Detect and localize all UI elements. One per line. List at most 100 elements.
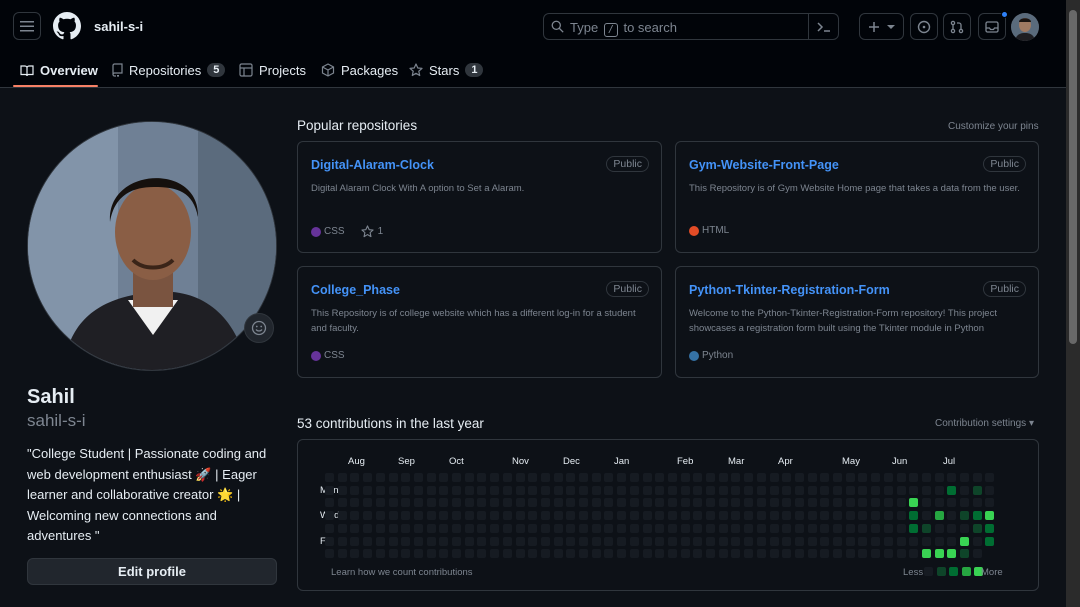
contribution-day[interactable]: [769, 498, 779, 508]
contribution-day[interactable]: [769, 536, 779, 546]
contribution-day[interactable]: [515, 523, 525, 533]
tab-projects[interactable]: Projects: [239, 52, 306, 88]
contribution-day[interactable]: [540, 523, 550, 533]
contribution-day[interactable]: [794, 549, 804, 559]
contribution-day[interactable]: [706, 498, 715, 508]
contribution-day[interactable]: [921, 549, 931, 559]
contribution-day[interactable]: [579, 549, 588, 559]
contribution-day[interactable]: [756, 523, 766, 533]
command-palette-button[interactable]: [808, 13, 838, 40]
contribution-day[interactable]: [807, 511, 817, 521]
contribution-day[interactable]: [820, 549, 830, 559]
search-input[interactable]: Type / to search: [543, 13, 839, 40]
contribution-day[interactable]: [909, 511, 919, 521]
contribution-day[interactable]: [452, 511, 461, 521]
contribution-day[interactable]: [426, 473, 436, 482]
customize-pins-link[interactable]: Customize your pins: [948, 121, 1039, 132]
contribution-day[interactable]: [680, 523, 690, 533]
contribution-day[interactable]: [426, 536, 436, 546]
contribution-day[interactable]: [794, 485, 804, 495]
contribution-day[interactable]: [896, 523, 906, 533]
contribution-day[interactable]: [756, 511, 766, 521]
contribution-day[interactable]: [845, 536, 855, 546]
contribution-day[interactable]: [947, 498, 957, 508]
contribution-day[interactable]: [820, 523, 830, 533]
contribution-day[interactable]: [604, 473, 614, 482]
contribution-day[interactable]: [896, 485, 906, 495]
contribution-day[interactable]: [566, 485, 576, 495]
contribution-day[interactable]: [744, 523, 754, 533]
contribution-day[interactable]: [921, 498, 931, 508]
contribution-day[interactable]: [375, 498, 385, 508]
contribution-day[interactable]: [629, 485, 639, 495]
contribution-day[interactable]: [807, 498, 817, 508]
contribution-day[interactable]: [706, 473, 715, 482]
contribution-day[interactable]: [807, 473, 817, 482]
contribution-day[interactable]: [960, 549, 969, 559]
contribution-day[interactable]: [718, 473, 728, 482]
contribution-day[interactable]: [858, 473, 868, 482]
contribution-day[interactable]: [490, 523, 500, 533]
contribution-day[interactable]: [413, 549, 423, 559]
contribution-day[interactable]: [921, 523, 931, 533]
contribution-day[interactable]: [388, 473, 398, 482]
contribution-day[interactable]: [401, 498, 411, 508]
contribution-day[interactable]: [464, 523, 474, 533]
contribution-day[interactable]: [617, 511, 627, 521]
tab-repositories[interactable]: Repositories 5: [111, 52, 226, 88]
contribution-day[interactable]: [591, 549, 601, 559]
contribution-day[interactable]: [350, 511, 360, 521]
notifications-button[interactable]: [978, 11, 1008, 40]
contribution-day[interactable]: [325, 511, 334, 521]
contribution-day[interactable]: [883, 549, 893, 559]
contribution-day[interactable]: [972, 549, 982, 559]
contribution-day[interactable]: [693, 549, 703, 559]
contribution-day[interactable]: [693, 511, 703, 521]
contribution-day[interactable]: [350, 473, 360, 482]
contribution-day[interactable]: [718, 498, 728, 508]
contribution-day[interactable]: [452, 536, 461, 546]
contribution-day[interactable]: [782, 485, 792, 495]
contribution-day[interactable]: [858, 485, 868, 495]
contribution-day[interactable]: [401, 549, 411, 559]
contribution-day[interactable]: [794, 511, 804, 521]
contribution-day[interactable]: [909, 523, 919, 533]
contribution-day[interactable]: [464, 498, 474, 508]
contribution-day[interactable]: [617, 473, 627, 482]
contribution-day[interactable]: [833, 498, 842, 508]
contribution-day[interactable]: [540, 511, 550, 521]
contribution-day[interactable]: [477, 498, 487, 508]
contribution-day[interactable]: [515, 549, 525, 559]
contribution-day[interactable]: [680, 498, 690, 508]
contribution-day[interactable]: [871, 549, 881, 559]
contribution-day[interactable]: [858, 549, 868, 559]
contribution-day[interactable]: [363, 549, 373, 559]
contribution-day[interactable]: [350, 485, 360, 495]
contribution-day[interactable]: [820, 511, 830, 521]
contribution-day[interactable]: [706, 523, 715, 533]
contribution-day[interactable]: [604, 549, 614, 559]
profile-avatar[interactable]: [27, 121, 277, 371]
contribution-day[interactable]: [680, 511, 690, 521]
contribution-day[interactable]: [972, 498, 982, 508]
contribution-day[interactable]: [807, 549, 817, 559]
repo-link[interactable]: Digital-Alaram-Clock: [311, 158, 434, 172]
contribution-day[interactable]: [490, 485, 500, 495]
contribution-day[interactable]: [337, 536, 347, 546]
contribution-day[interactable]: [756, 549, 766, 559]
contribution-day[interactable]: [528, 498, 538, 508]
contribution-day[interactable]: [363, 536, 373, 546]
contribution-day[interactable]: [820, 536, 830, 546]
contribution-day[interactable]: [515, 511, 525, 521]
contribution-settings-button[interactable]: Contribution settings ▾: [935, 418, 1034, 429]
contribution-day[interactable]: [655, 523, 665, 533]
contribution-day[interactable]: [363, 473, 373, 482]
contribution-day[interactable]: [655, 536, 665, 546]
contribution-day[interactable]: [553, 498, 563, 508]
contribution-day[interactable]: [756, 498, 766, 508]
contribution-day[interactable]: [363, 523, 373, 533]
contribution-day[interactable]: [871, 536, 881, 546]
contribution-day[interactable]: [921, 473, 931, 482]
contribution-day[interactable]: [731, 511, 741, 521]
issues-button[interactable]: [910, 13, 938, 40]
